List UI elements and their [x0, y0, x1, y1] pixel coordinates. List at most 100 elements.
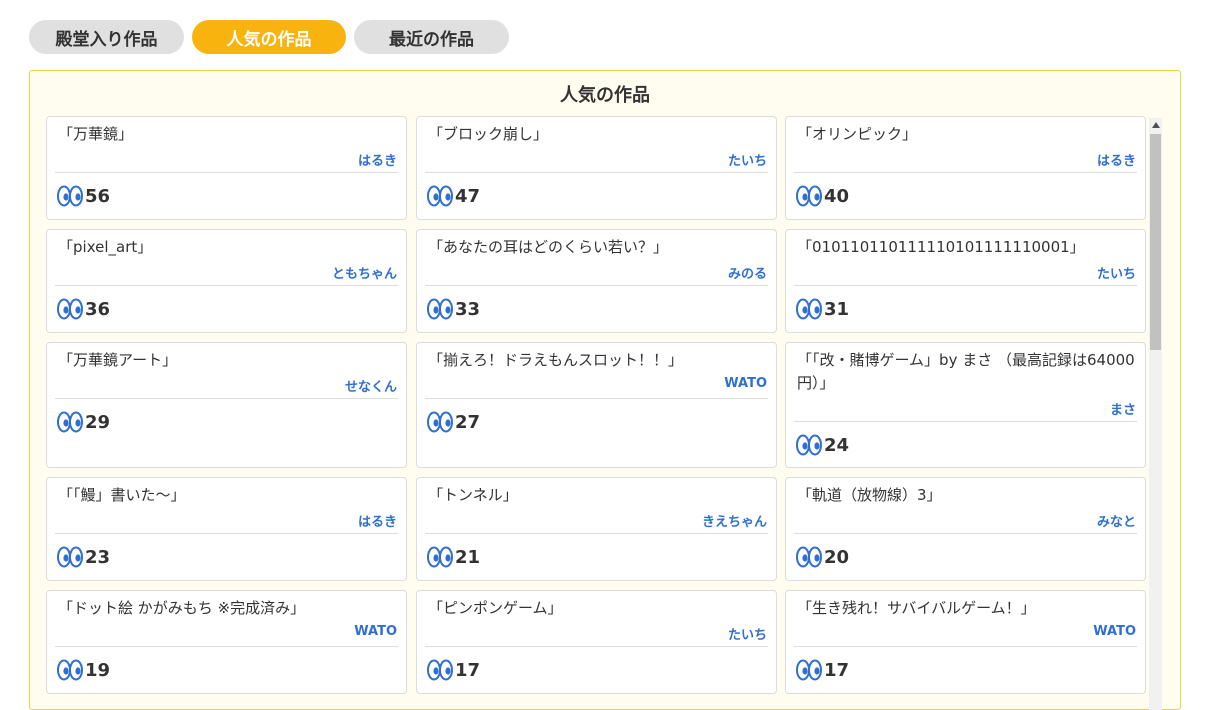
eyes-icon	[796, 298, 822, 320]
view-count: 21	[427, 546, 480, 568]
view-count: 33	[427, 298, 480, 320]
view-count-value: 29	[85, 411, 111, 433]
work-author[interactable]: ともちゃん	[332, 263, 397, 282]
work-title: 「生き残れ！サバイバルゲーム！」	[797, 599, 1036, 617]
work-title: 「ブロック崩し」	[428, 125, 549, 143]
work-author[interactable]: みのる	[728, 263, 767, 282]
view-count-value: 21	[455, 546, 481, 568]
work-author[interactable]: WATO	[1093, 624, 1136, 639]
work-card[interactable]: 「ドット絵 かがみもち ※完成済み」 WATO 19	[46, 590, 407, 694]
work-card[interactable]: 「生き残れ！サバイバルゲーム！」 WATO 17	[785, 590, 1146, 694]
work-card[interactable]: 「揃えろ！ドラえもんスロット！！」 WATO 27	[416, 342, 777, 468]
card-divider	[55, 646, 398, 647]
card-divider	[425, 398, 768, 399]
work-card[interactable]: 「万華鏡」 はるき 56	[46, 116, 407, 220]
eyes-icon	[796, 185, 822, 207]
work-title: 「揃えろ！ドラえもんスロット！！」	[428, 351, 684, 369]
card-divider	[55, 285, 398, 286]
work-author[interactable]: たいち	[728, 624, 767, 643]
card-divider	[794, 646, 1137, 647]
work-title: 「あなたの耳はどのくらい若い？」	[428, 238, 669, 256]
card-divider	[55, 533, 398, 534]
work-card[interactable]: 「トンネル」 きえちゃん 21	[416, 477, 777, 581]
view-count-value: 20	[824, 546, 850, 568]
card-divider	[794, 533, 1137, 534]
work-title: 「ドット絵 かがみもち ※完成済み」	[58, 599, 306, 617]
card-divider	[425, 646, 768, 647]
view-count: 56	[57, 185, 110, 207]
work-card[interactable]: 「010110110111110101111110001」 たいち 31	[785, 229, 1146, 333]
tab-hall-of-fame[interactable]: 殿堂入り作品	[29, 20, 184, 54]
work-card[interactable]: 「「改・賭博ゲーム」by まさ （最高記録は64000円）」 まさ 24	[785, 342, 1146, 468]
card-divider	[794, 421, 1137, 422]
work-card[interactable]: 「万華鏡アート」 せなくん 29	[46, 342, 407, 468]
view-count: 27	[427, 411, 480, 433]
tab-popular[interactable]: 人気の作品	[192, 20, 346, 54]
eyes-icon	[57, 546, 83, 568]
eyes-icon	[427, 185, 453, 207]
work-author[interactable]: せなくん	[345, 376, 397, 395]
work-card[interactable]: 「pixel_art」 ともちゃん 36	[46, 229, 407, 333]
work-card[interactable]: 「軌道（放物線）3」 みなと 20	[785, 477, 1146, 581]
eyes-icon	[796, 659, 822, 681]
works-panel: 人気の作品 「万華鏡」 はるき 56 「ブロック崩し」 たいち 47 「オリンピ…	[29, 70, 1181, 710]
tab-recent[interactable]: 最近の作品	[354, 20, 509, 54]
view-count: 40	[796, 185, 849, 207]
view-count-value: 27	[455, 411, 481, 433]
work-author[interactable]: たいち	[728, 150, 767, 169]
view-count: 17	[427, 659, 480, 681]
work-title: 「010110110111110101111110001」	[797, 238, 1085, 256]
view-count-value: 23	[85, 546, 111, 568]
view-count: 47	[427, 185, 480, 207]
view-count-value: 19	[85, 659, 111, 681]
scrollbar-thumb[interactable]	[1150, 134, 1161, 350]
work-card[interactable]: 「オリンピック」 はるき 40	[785, 116, 1146, 220]
work-author[interactable]: みなと	[1097, 511, 1136, 530]
eyes-icon	[57, 298, 83, 320]
view-count-value: 36	[85, 298, 111, 320]
work-author[interactable]: はるき	[358, 511, 397, 530]
work-title: 「軌道（放物線）3」	[797, 486, 942, 504]
work-card[interactable]: 「ピンポンゲーム」 たいち 17	[416, 590, 777, 694]
view-count: 17	[796, 659, 849, 681]
eyes-icon	[796, 546, 822, 568]
eyes-icon	[427, 298, 453, 320]
view-count: 23	[57, 546, 110, 568]
tab-bar: 殿堂入り作品 人気の作品 最近の作品	[29, 20, 509, 54]
work-title: 「ピンポンゲーム」	[428, 599, 563, 617]
work-author[interactable]: WATO	[724, 376, 767, 391]
view-count-value: 47	[455, 185, 481, 207]
work-title: 「pixel_art」	[58, 238, 153, 256]
view-count: 29	[57, 411, 110, 433]
work-title: 「「鰻」書いた〜」	[58, 486, 186, 504]
card-divider	[794, 285, 1137, 286]
work-title: 「万華鏡アート」	[58, 351, 178, 369]
work-card[interactable]: 「ブロック崩し」 たいち 47	[416, 116, 777, 220]
view-count-value: 31	[824, 298, 850, 320]
work-author[interactable]: WATO	[354, 624, 397, 639]
work-author[interactable]: まさ	[1110, 399, 1136, 418]
arrow-up-icon[interactable]	[1149, 118, 1162, 132]
eyes-icon	[57, 185, 83, 207]
view-count-value: 40	[824, 185, 850, 207]
work-author[interactable]: たいち	[1097, 263, 1136, 282]
work-author[interactable]: きえちゃん	[702, 511, 767, 530]
view-count: 20	[796, 546, 849, 568]
panel-title: 人気の作品	[560, 85, 650, 106]
view-count-value: 17	[824, 659, 850, 681]
card-divider	[425, 172, 768, 173]
work-author[interactable]: はるき	[358, 150, 397, 169]
work-author[interactable]: はるき	[1097, 150, 1136, 169]
eyes-icon	[427, 411, 453, 433]
view-count-value: 33	[455, 298, 481, 320]
view-count: 31	[796, 298, 849, 320]
view-count: 24	[796, 434, 849, 456]
work-card[interactable]: 「あなたの耳はどのくらい若い？」 みのる 33	[416, 229, 777, 333]
card-divider	[794, 172, 1137, 173]
card-divider	[55, 172, 398, 173]
work-title: 「万華鏡」	[58, 125, 134, 143]
work-card[interactable]: 「「鰻」書いた〜」 はるき 23	[46, 477, 407, 581]
work-title: 「「改・賭博ゲーム」by まさ （最高記録は64000円）」	[797, 351, 1135, 392]
work-title: 「オリンピック」	[797, 125, 918, 143]
scrollbar[interactable]	[1149, 118, 1162, 710]
